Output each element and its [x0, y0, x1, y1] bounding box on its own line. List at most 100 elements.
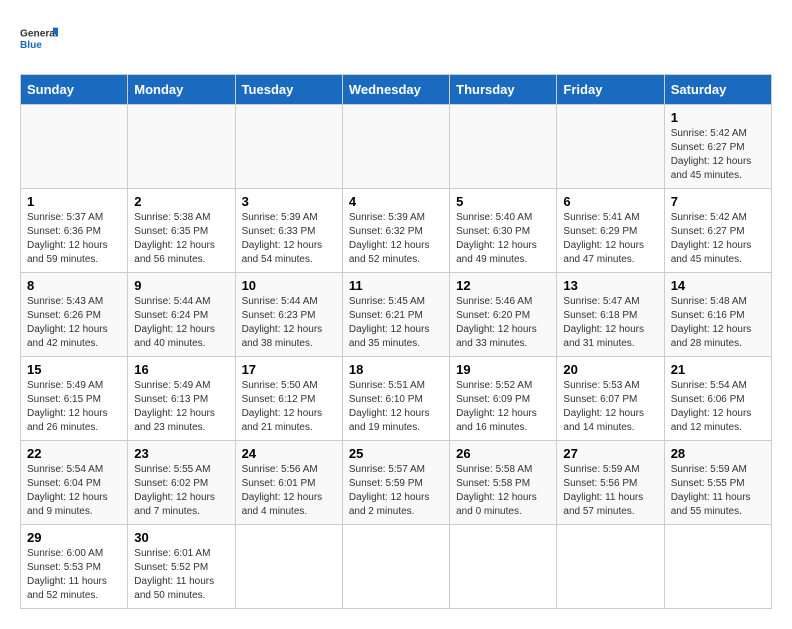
day-number: 19 — [456, 362, 550, 377]
day-number: 5 — [456, 194, 550, 209]
calendar-cell — [235, 525, 342, 609]
day-info: Sunrise: 5:49 AMSunset: 6:15 PMDaylight:… — [27, 379, 121, 435]
calendar-cell: 15 Sunrise: 5:49 AMSunset: 6:15 PMDaylig… — [21, 357, 128, 441]
day-number: 3 — [242, 194, 336, 209]
day-info: Sunrise: 5:51 AMSunset: 6:10 PMDaylight:… — [349, 379, 443, 435]
day-info: Sunrise: 5:41 AMSunset: 6:29 PMDaylight:… — [563, 211, 657, 267]
calendar-cell: 18 Sunrise: 5:51 AMSunset: 6:10 PMDaylig… — [342, 357, 449, 441]
day-info: Sunrise: 5:42 AMSunset: 6:27 PMDaylight:… — [671, 211, 765, 267]
day-info: Sunrise: 5:39 AMSunset: 6:32 PMDaylight:… — [349, 211, 443, 267]
day-info: Sunrise: 5:45 AMSunset: 6:21 PMDaylight:… — [349, 295, 443, 351]
day-info: Sunrise: 5:46 AMSunset: 6:20 PMDaylight:… — [456, 295, 550, 351]
calendar-week-1: 1 Sunrise: 5:42 AMSunset: 6:27 PMDayligh… — [21, 105, 772, 189]
calendar-cell: 10 Sunrise: 5:44 AMSunset: 6:23 PMDaylig… — [235, 273, 342, 357]
calendar-cell: 24 Sunrise: 5:56 AMSunset: 6:01 PMDaylig… — [235, 441, 342, 525]
day-number: 20 — [563, 362, 657, 377]
calendar-cell: 26 Sunrise: 5:58 AMSunset: 5:58 PMDaylig… — [450, 441, 557, 525]
col-header-tuesday: Tuesday — [235, 75, 342, 105]
calendar-cell: 21 Sunrise: 5:54 AMSunset: 6:06 PMDaylig… — [664, 357, 771, 441]
day-number: 25 — [349, 446, 443, 461]
day-info: Sunrise: 5:49 AMSunset: 6:13 PMDaylight:… — [134, 379, 228, 435]
day-info: Sunrise: 5:54 AMSunset: 6:04 PMDaylight:… — [27, 463, 121, 519]
calendar-cell: 20 Sunrise: 5:53 AMSunset: 6:07 PMDaylig… — [557, 357, 664, 441]
day-info: Sunrise: 6:01 AMSunset: 5:52 PMDaylight:… — [134, 547, 228, 603]
calendar-cell: 13 Sunrise: 5:47 AMSunset: 6:18 PMDaylig… — [557, 273, 664, 357]
calendar-cell: 2 Sunrise: 5:38 AMSunset: 6:35 PMDayligh… — [128, 189, 235, 273]
calendar-cell — [235, 105, 342, 189]
day-info: Sunrise: 5:55 AMSunset: 6:02 PMDaylight:… — [134, 463, 228, 519]
calendar-cell: 5 Sunrise: 5:40 AMSunset: 6:30 PMDayligh… — [450, 189, 557, 273]
calendar-cell — [342, 105, 449, 189]
day-info: Sunrise: 5:53 AMSunset: 6:07 PMDaylight:… — [563, 379, 657, 435]
col-header-saturday: Saturday — [664, 75, 771, 105]
logo: General Blue — [20, 20, 58, 58]
day-number: 27 — [563, 446, 657, 461]
day-info: Sunrise: 5:47 AMSunset: 6:18 PMDaylight:… — [563, 295, 657, 351]
calendar-cell — [128, 105, 235, 189]
calendar-cell: 14 Sunrise: 5:48 AMSunset: 6:16 PMDaylig… — [664, 273, 771, 357]
calendar-cell — [450, 525, 557, 609]
day-info: Sunrise: 5:59 AMSunset: 5:56 PMDaylight:… — [563, 463, 657, 519]
calendar-cell: 12 Sunrise: 5:46 AMSunset: 6:20 PMDaylig… — [450, 273, 557, 357]
day-number: 18 — [349, 362, 443, 377]
calendar-cell — [21, 105, 128, 189]
day-number: 12 — [456, 278, 550, 293]
calendar-cell — [557, 525, 664, 609]
col-header-monday: Monday — [128, 75, 235, 105]
calendar-cell: 1 Sunrise: 5:37 AMSunset: 6:36 PMDayligh… — [21, 189, 128, 273]
day-number: 24 — [242, 446, 336, 461]
calendar-cell: 11 Sunrise: 5:45 AMSunset: 6:21 PMDaylig… — [342, 273, 449, 357]
calendar-cell: 9 Sunrise: 5:44 AMSunset: 6:24 PMDayligh… — [128, 273, 235, 357]
day-info: Sunrise: 5:52 AMSunset: 6:09 PMDaylight:… — [456, 379, 550, 435]
day-info: Sunrise: 5:58 AMSunset: 5:58 PMDaylight:… — [456, 463, 550, 519]
day-number: 15 — [27, 362, 121, 377]
day-number: 4 — [349, 194, 443, 209]
day-number: 7 — [671, 194, 765, 209]
day-info: Sunrise: 5:39 AMSunset: 6:33 PMDaylight:… — [242, 211, 336, 267]
svg-text:General: General — [20, 28, 58, 39]
day-info: Sunrise: 5:42 AMSunset: 6:27 PMDaylight:… — [671, 127, 765, 183]
day-number: 26 — [456, 446, 550, 461]
calendar-cell — [557, 105, 664, 189]
calendar-cell: 28 Sunrise: 5:59 AMSunset: 5:55 PMDaylig… — [664, 441, 771, 525]
day-number: 17 — [242, 362, 336, 377]
day-number: 23 — [134, 446, 228, 461]
day-info: Sunrise: 5:48 AMSunset: 6:16 PMDaylight:… — [671, 295, 765, 351]
calendar-cell: 1 Sunrise: 5:42 AMSunset: 6:27 PMDayligh… — [664, 105, 771, 189]
day-info: Sunrise: 5:56 AMSunset: 6:01 PMDaylight:… — [242, 463, 336, 519]
calendar-week-5: 22 Sunrise: 5:54 AMSunset: 6:04 PMDaylig… — [21, 441, 772, 525]
calendar-cell: 30 Sunrise: 6:01 AMSunset: 5:52 PMDaylig… — [128, 525, 235, 609]
calendar-cell: 16 Sunrise: 5:49 AMSunset: 6:13 PMDaylig… — [128, 357, 235, 441]
calendar-cell: 7 Sunrise: 5:42 AMSunset: 6:27 PMDayligh… — [664, 189, 771, 273]
day-number: 11 — [349, 278, 443, 293]
day-number: 10 — [242, 278, 336, 293]
day-number: 9 — [134, 278, 228, 293]
day-info: Sunrise: 5:50 AMSunset: 6:12 PMDaylight:… — [242, 379, 336, 435]
calendar-cell — [664, 525, 771, 609]
day-info: Sunrise: 5:54 AMSunset: 6:06 PMDaylight:… — [671, 379, 765, 435]
day-info: Sunrise: 5:44 AMSunset: 6:24 PMDaylight:… — [134, 295, 228, 351]
page-header: General Blue — [20, 20, 772, 58]
col-header-thursday: Thursday — [450, 75, 557, 105]
col-header-friday: Friday — [557, 75, 664, 105]
calendar-week-6: 29 Sunrise: 6:00 AMSunset: 5:53 PMDaylig… — [21, 525, 772, 609]
calendar-table: SundayMondayTuesdayWednesdayThursdayFrid… — [20, 74, 772, 609]
calendar-cell: 22 Sunrise: 5:54 AMSunset: 6:04 PMDaylig… — [21, 441, 128, 525]
day-info: Sunrise: 5:43 AMSunset: 6:26 PMDaylight:… — [27, 295, 121, 351]
day-number: 2 — [134, 194, 228, 209]
calendar-cell — [342, 525, 449, 609]
col-header-wednesday: Wednesday — [342, 75, 449, 105]
day-number: 29 — [27, 530, 121, 545]
day-number: 30 — [134, 530, 228, 545]
day-info: Sunrise: 5:38 AMSunset: 6:35 PMDaylight:… — [134, 211, 228, 267]
calendar-cell: 23 Sunrise: 5:55 AMSunset: 6:02 PMDaylig… — [128, 441, 235, 525]
day-number: 21 — [671, 362, 765, 377]
header-row: SundayMondayTuesdayWednesdayThursdayFrid… — [21, 75, 772, 105]
day-number: 1 — [27, 194, 121, 209]
calendar-cell: 17 Sunrise: 5:50 AMSunset: 6:12 PMDaylig… — [235, 357, 342, 441]
day-info: Sunrise: 5:59 AMSunset: 5:55 PMDaylight:… — [671, 463, 765, 519]
calendar-week-2: 1 Sunrise: 5:37 AMSunset: 6:36 PMDayligh… — [21, 189, 772, 273]
svg-text:Blue: Blue — [20, 40, 42, 51]
calendar-week-4: 15 Sunrise: 5:49 AMSunset: 6:15 PMDaylig… — [21, 357, 772, 441]
logo-svg: General Blue — [20, 20, 58, 58]
